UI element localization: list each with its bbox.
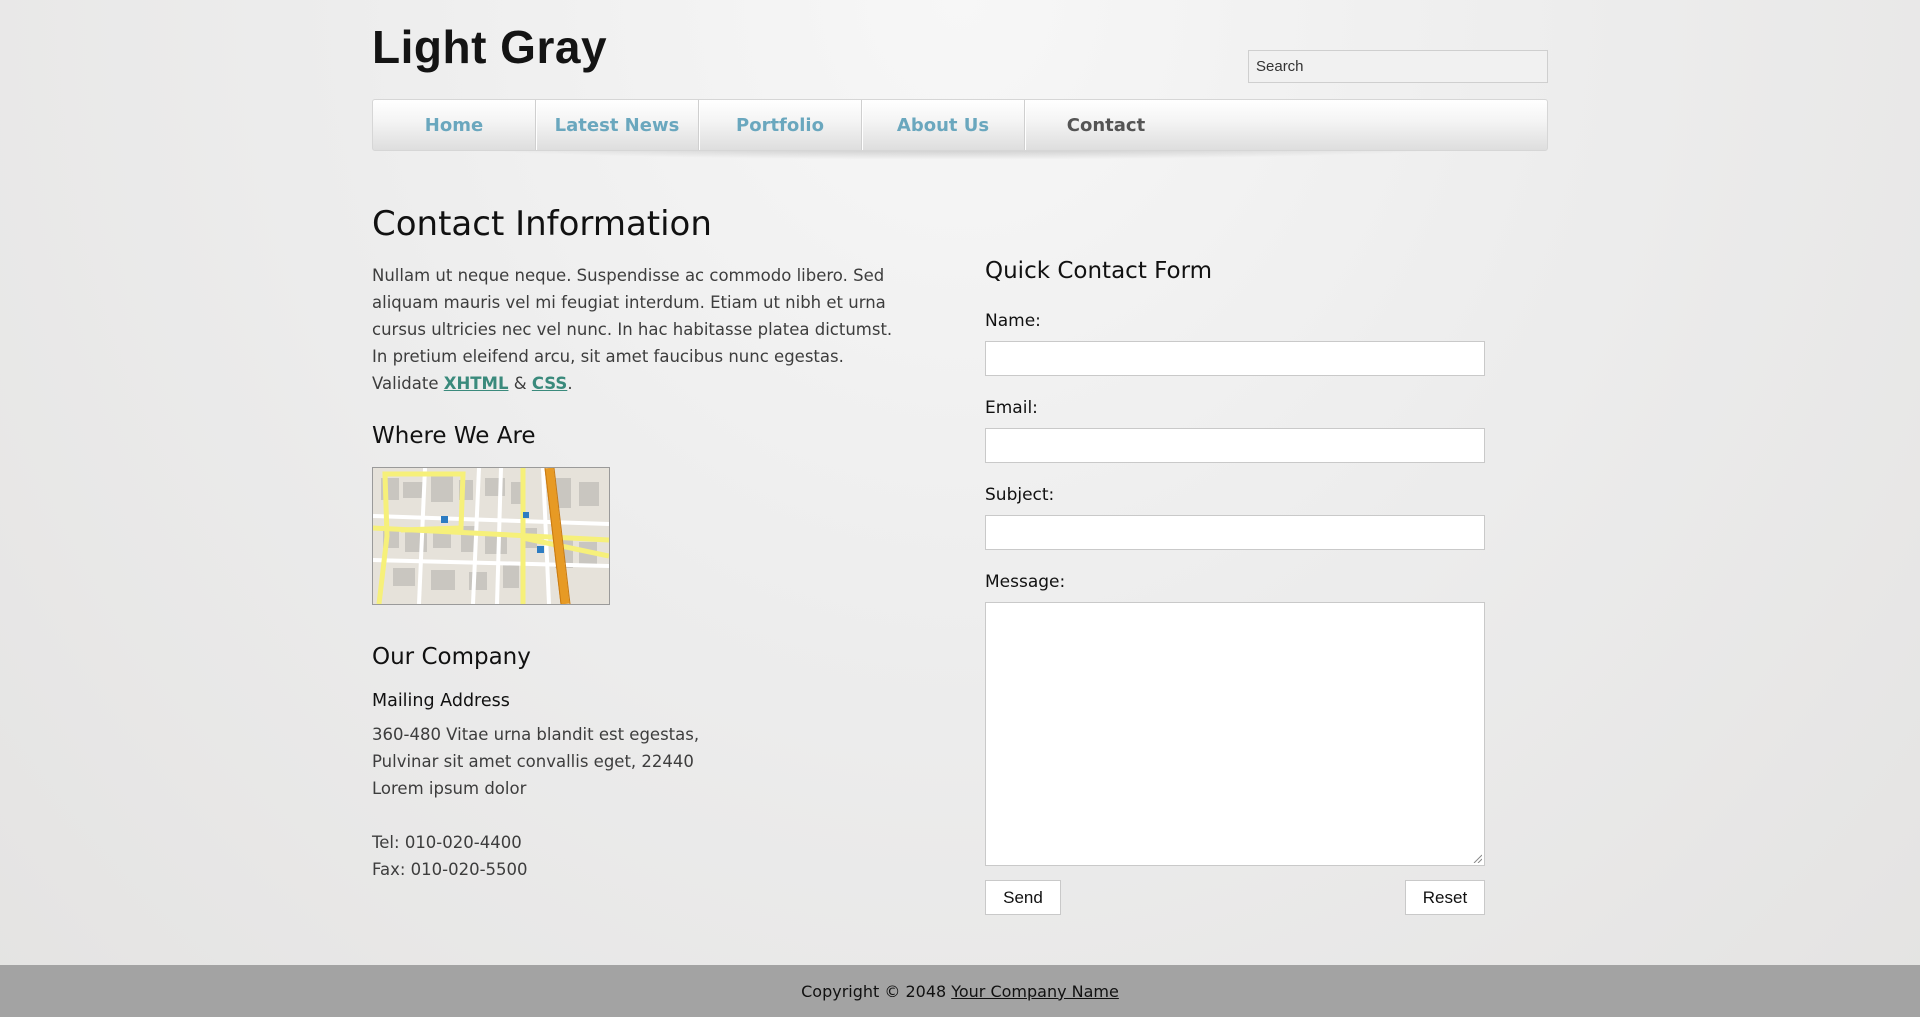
site-logo[interactable]: Light Gray (372, 20, 607, 74)
nav-item-about-us[interactable]: About Us (862, 100, 1025, 150)
message-textarea[interactable] (985, 602, 1485, 866)
mailing-address-heading: Mailing Address (372, 691, 510, 711)
resize-grip-icon[interactable] (1472, 853, 1482, 863)
fax-number: Fax: 010-020-5500 (372, 860, 528, 879)
search-input[interactable] (1248, 50, 1548, 83)
address-line-3: Lorem ipsum dolor (372, 779, 527, 798)
reset-button[interactable]: Reset (1405, 880, 1485, 915)
copyright-text: Copyright © 2048 (801, 981, 947, 1001)
mailing-address: 360-480 Vitae urna blandit est egestas, … (372, 721, 912, 883)
css-link[interactable]: CSS (532, 374, 567, 393)
intro-paragraph: Nullam ut neque neque. Suspendisse ac co… (372, 262, 912, 397)
name-field[interactable] (985, 341, 1485, 376)
company-name-link[interactable]: Your Company Name (951, 982, 1119, 1001)
location-map-image[interactable] (372, 467, 610, 605)
ampersand-text: & (513, 374, 527, 393)
main-nav: Home Latest News Portfolio About Us Cont… (372, 99, 1548, 151)
address-line-1: 360-480 Vitae urna blandit est egestas, (372, 725, 700, 744)
nav-item-latest-news[interactable]: Latest News (536, 100, 699, 150)
xhtml-link[interactable]: XHTML (444, 374, 509, 393)
page-title: Contact Information (372, 204, 712, 244)
subject-field[interactable] (985, 515, 1485, 550)
footer: Copyright © 2048 Your Company Name (0, 965, 1920, 1017)
nav-item-home[interactable]: Home (373, 100, 536, 150)
name-label: Name: (985, 311, 1041, 331)
form-title: Quick Contact Form (985, 258, 1213, 284)
subject-label: Subject: (985, 485, 1055, 505)
address-line-2: Pulvinar sit amet convallis eget, 22440 (372, 752, 694, 771)
telephone-number: Tel: 010-020-4400 (372, 833, 522, 852)
send-button[interactable]: Send (985, 880, 1061, 915)
contact-info-column: Contact Information Nullam ut neque nequ… (372, 200, 912, 879)
email-field[interactable] (985, 428, 1485, 463)
email-label: Email: (985, 398, 1038, 418)
page-wrapper: Light Gray Home Latest News Portfolio Ab… (372, 0, 1548, 965)
quick-contact-form: Quick Contact Form Name: Email: Subject:… (985, 255, 1485, 915)
message-label: Message: (985, 572, 1066, 592)
nav-item-contact[interactable]: Contact (1025, 100, 1187, 150)
our-company-heading: Our Company (372, 644, 531, 670)
intro-period: . (567, 374, 573, 393)
where-we-are-heading: Where We Are (372, 423, 536, 449)
nav-item-portfolio[interactable]: Portfolio (699, 100, 862, 150)
